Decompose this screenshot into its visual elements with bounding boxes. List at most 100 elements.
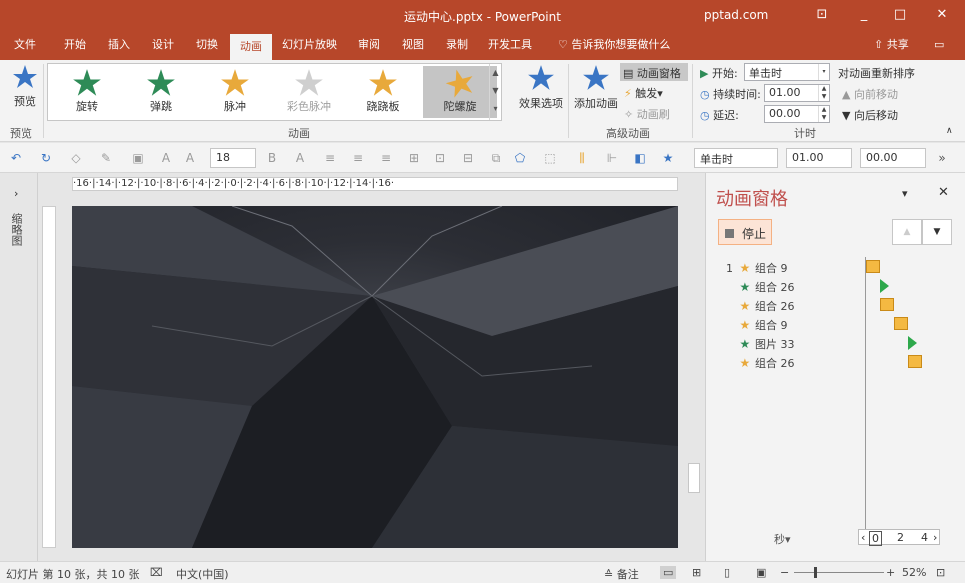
minimize-button[interactable]: _ (852, 4, 876, 26)
animation-item[interactable]: 1 ★ 组合 9 (726, 260, 788, 278)
shape-outline-icon[interactable]: ✎ (98, 150, 114, 166)
tab-home[interactable]: 开始 (58, 32, 92, 60)
tab-view[interactable]: 视图 (396, 32, 430, 60)
effect-options-button[interactable]: 效果选项 (518, 64, 564, 111)
zoom-slider-thumb[interactable] (814, 567, 817, 578)
time-scale[interactable]: ‹ 0 2 4 › (858, 529, 940, 546)
move-later-button[interactable]: ▼ 向后移动 (842, 107, 898, 123)
delay-input[interactable]: 00.00 ▲ ▼ (764, 105, 830, 123)
distribute-icon[interactable]: ⊞ (406, 150, 422, 166)
close-pane-icon[interactable]: ✕ (938, 185, 949, 200)
timeline-bar[interactable] (866, 260, 880, 273)
align-right-icon[interactable]: ≡ (378, 150, 394, 166)
scroll-thumb[interactable] (688, 463, 700, 493)
timeline-bar[interactable] (908, 355, 922, 368)
editor-scrollbar[interactable] (686, 177, 702, 557)
animation-item[interactable]: ★ 图片 33 (726, 336, 795, 354)
slide-background-image[interactable] (72, 206, 678, 548)
timeline-bar[interactable] (894, 317, 908, 330)
animation-item[interactable]: ★ 组合 9 (726, 317, 788, 335)
toolbar-more-icon[interactable]: » (934, 150, 950, 166)
seconds-dropdown[interactable]: 秒▾ (774, 531, 791, 547)
tab-animations[interactable]: 动画 (230, 32, 272, 60)
font-size-box[interactable]: 18 (210, 148, 256, 168)
tab-insert[interactable]: 插入 (102, 32, 136, 60)
comments-icon[interactable]: ▭ (928, 32, 950, 60)
preview-button[interactable]: 预览 (8, 64, 42, 109)
move-earlier-button[interactable]: ▲ 向前移动 (842, 86, 898, 102)
pane-options-icon[interactable]: ▾ (902, 187, 908, 200)
move-down-button[interactable]: ▼ (922, 219, 952, 245)
ribbon-display-icon[interactable]: ⊡ (810, 4, 834, 26)
quick-start-select[interactable]: 单击时 (694, 148, 778, 168)
redo-icon[interactable]: ↻ (38, 150, 54, 166)
animation-color-pulse[interactable]: 彩色脉冲 (272, 66, 346, 118)
align-icon[interactable]: ⊩ (604, 150, 620, 166)
group-icon[interactable]: ⊡ (432, 150, 448, 166)
shape-fill-icon[interactable]: ◇ (68, 150, 84, 166)
stop-button[interactable]: 停止 (718, 219, 772, 245)
maximize-button[interactable]: □ (888, 4, 912, 26)
spinner-arrows[interactable]: ▲ ▼ (818, 106, 829, 122)
tab-file[interactable]: 文件 (8, 32, 42, 60)
language-indicator[interactable]: 中文(中国) (176, 566, 229, 582)
reading-view-icon[interactable]: ▯ (724, 566, 730, 579)
format-pane-icon[interactable]: ◧ (632, 150, 648, 166)
notes-button[interactable]: ≙ 备注 (604, 566, 639, 582)
gallery-scroll[interactable]: ▲ ▼ ▾ (489, 64, 501, 120)
spellcheck-icon[interactable]: ⌧ (150, 566, 163, 579)
collapse-ribbon-icon[interactable]: ∧ (946, 126, 953, 136)
align-center-icon[interactable]: ≡ (350, 150, 366, 166)
bring-forward-icon[interactable]: ⧉ (488, 150, 504, 166)
font-color-icon[interactable]: A (292, 150, 308, 166)
zoom-slider[interactable] (794, 572, 884, 573)
tab-developer[interactable]: 开发工具 (482, 32, 538, 60)
quick-duration-input[interactable]: 01.00 (786, 148, 852, 168)
animation-bounce[interactable]: 弹跳 (124, 66, 198, 118)
animation-pane-button[interactable]: ▤ 动画窗格 (620, 63, 688, 81)
tab-design[interactable]: 设计 (146, 32, 180, 60)
textbox-icon[interactable]: ▣ (130, 150, 146, 166)
align-left-icon[interactable]: ≡ (322, 150, 338, 166)
zoom-out-button[interactable]: − (780, 566, 789, 579)
shapes-icon[interactable]: ⬠ (512, 150, 528, 166)
spinner-arrows[interactable]: ▲ ▼ (818, 85, 829, 101)
tab-record[interactable]: 录制 (440, 32, 474, 60)
normal-view-icon[interactable]: ▭ (660, 566, 677, 579)
timeline-marker[interactable] (908, 336, 917, 350)
slide-canvas[interactable] (72, 206, 678, 548)
zoom-in-button[interactable]: + (886, 566, 895, 579)
add-animation-button[interactable]: 添加动画 (572, 64, 620, 111)
duration-input[interactable]: 01.00 ▲ ▼ (764, 84, 830, 102)
timeline-marker[interactable] (880, 279, 889, 293)
shrink-font-icon[interactable]: A (182, 150, 198, 166)
tab-transitions[interactable]: 切换 (190, 32, 224, 60)
expand-thumbnails-icon[interactable]: › (14, 187, 18, 200)
animation-spinner[interactable]: 陀螺旋 (423, 66, 497, 118)
animation-item[interactable]: ★ 组合 26 (726, 298, 795, 316)
thumbnails-label[interactable]: 缩略图 (10, 213, 24, 246)
animation-pulse[interactable]: 脉冲 (198, 66, 272, 118)
trigger-button[interactable]: ⚡ 触发▾ (624, 85, 663, 101)
tab-review[interactable]: 审阅 (352, 32, 386, 60)
animation-item[interactable]: ★ 组合 26 (726, 279, 795, 297)
animation-item[interactable]: ★ 组合 26 (726, 355, 795, 373)
bold-icon[interactable]: B (264, 150, 280, 166)
undo-icon[interactable]: ↶ (8, 150, 24, 166)
tell-me-search[interactable]: ♡ 告诉我你想要做什么 (552, 32, 676, 60)
zoom-level[interactable]: 52% (902, 566, 926, 579)
animation-teeter[interactable]: 跷跷板 (346, 66, 420, 118)
tab-slideshow[interactable]: 幻灯片放映 (276, 32, 343, 60)
scale-right-icon[interactable]: › (933, 531, 937, 544)
quick-delay-input[interactable]: 00.00 (860, 148, 926, 168)
ungroup-icon[interactable]: ⊟ (460, 150, 476, 166)
timeline-bar[interactable] (880, 298, 894, 311)
arrange-icon[interactable]: ⫼ (574, 150, 590, 166)
fit-slide-icon[interactable]: ⊡ (936, 566, 945, 579)
add-anim-icon[interactable]: ★ (660, 150, 676, 166)
share-button[interactable]: ⇧ 共享 (868, 32, 915, 60)
select-icon[interactable]: ⬚ (542, 150, 558, 166)
close-button[interactable]: ✕ (930, 4, 954, 26)
grow-font-icon[interactable]: A (158, 150, 174, 166)
slide-sorter-icon[interactable]: ⊞ (692, 566, 701, 579)
